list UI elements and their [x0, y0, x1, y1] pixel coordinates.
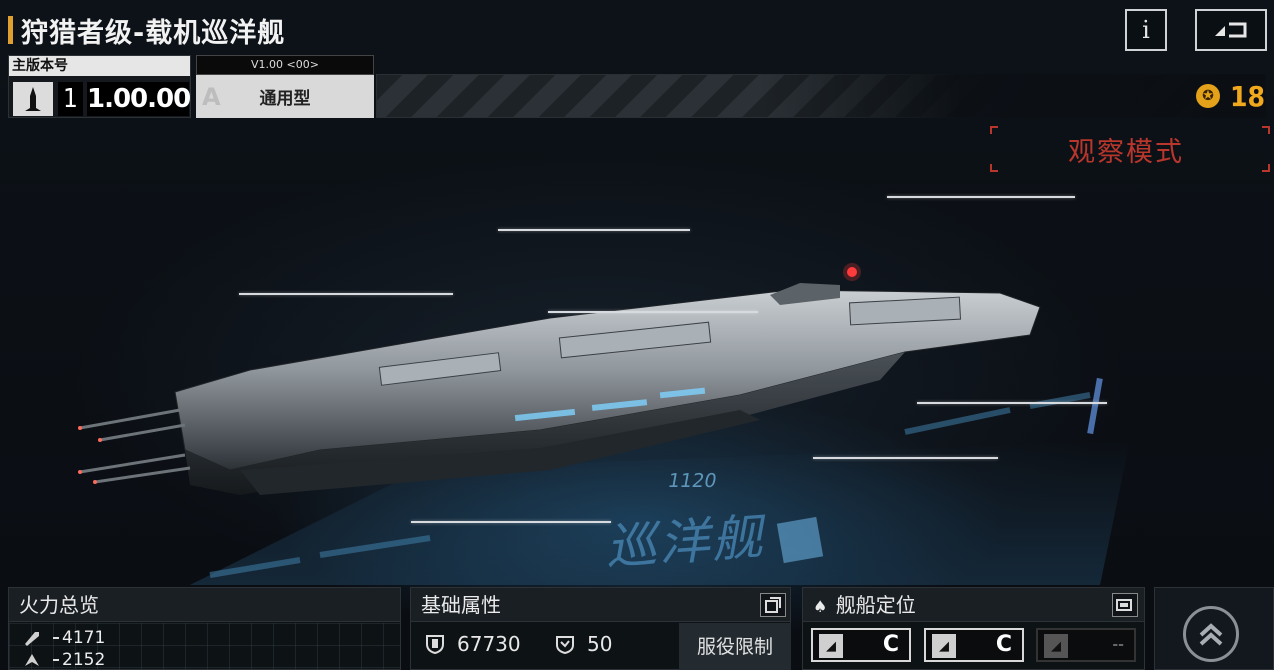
ship-role-panel[interactable]: ♠ 舰船定位 ◢ C ◢ C ◢ -- — [802, 587, 1145, 670]
battery-icon — [1116, 599, 1132, 611]
page-title-bar: 狩猎者级-载机巡洋舰 — [8, 12, 286, 49]
corner-bracket — [1262, 126, 1270, 134]
base-attributes-title: 基础属性 — [421, 593, 501, 617]
callout-line — [887, 196, 1075, 198]
sub-version-type: 通用型 — [259, 89, 311, 109]
back-button[interactable] — [1195, 9, 1267, 51]
expand-button[interactable] — [760, 593, 786, 617]
shield-icon — [425, 634, 445, 654]
ship-role-header: ♠ 舰船定位 — [803, 588, 1144, 622]
main-version-number: 1 — [58, 82, 83, 116]
double-chevron-up-icon — [1199, 623, 1223, 646]
role-slot-grade: C — [882, 632, 899, 657]
firepower-panel[interactable]: 火力总览 4171 2152 — [8, 587, 401, 670]
anti-air-icon — [23, 652, 41, 668]
ship-silhouette-icon — [13, 82, 53, 116]
game-stage: 1120 巡洋舰 狩猎者级-载机巡洋舰 i 主版本号 1 1.00.00 V1.… — [0, 0, 1274, 670]
main-version-label: 主版本号 — [9, 56, 190, 76]
armor-stat: 50 — [555, 632, 612, 656]
base-attributes-header: 基础属性 — [411, 588, 790, 622]
upgrade-panel — [1154, 587, 1274, 670]
ship-role-title: 舰船定位 — [835, 593, 916, 617]
value-marker — [53, 637, 59, 639]
anti-ship-icon — [23, 630, 41, 646]
armor-value: 50 — [587, 632, 613, 656]
observe-mode-button[interactable]: 观察模式 — [990, 126, 1270, 172]
main-version-panel[interactable]: 主版本号 1 1.00.00 — [8, 55, 191, 118]
corner-bracket — [1262, 164, 1270, 172]
page-title: 狩猎者级-载机巡洋舰 — [21, 17, 286, 49]
callout-line — [498, 229, 690, 231]
role-slot-icon: ◢ — [819, 634, 843, 658]
firepower-row: 4171 — [23, 628, 105, 648]
hologram-class-text: 巡洋舰 — [604, 507, 774, 577]
role-slot-grade: C — [995, 632, 1012, 657]
resource-count: 18 — [1230, 80, 1266, 113]
role-slot[interactable]: ◢ C — [924, 628, 1024, 662]
corner-bracket — [990, 126, 998, 134]
value-marker — [53, 659, 59, 661]
callout-line — [548, 311, 758, 313]
header-stripe-fade — [760, 74, 1266, 118]
firepower-title: 火力总览 — [9, 588, 400, 622]
callout-line — [411, 521, 611, 523]
firepower-row: 2152 — [23, 650, 105, 670]
role-toggle-button[interactable] — [1112, 593, 1138, 617]
ship-role-icon: ♠ — [813, 597, 828, 616]
firepower-value: 2152 — [62, 650, 106, 670]
armor-icon — [555, 634, 575, 654]
service-limit-button[interactable]: 服役限制 — [679, 623, 791, 670]
upgrade-button[interactable] — [1183, 606, 1239, 662]
sub-version-panel[interactable]: V1.00 <00> A 通用型 — [196, 55, 374, 118]
role-slot[interactable]: ◢ -- — [1036, 628, 1136, 662]
base-attributes-panel[interactable]: 基础属性 67730 50 服役限制 — [410, 587, 791, 670]
corner-bracket — [990, 164, 998, 172]
info-icon: i — [1142, 16, 1150, 44]
back-icon — [1215, 22, 1247, 38]
role-slot-icon: ◢ — [932, 634, 956, 658]
callout-line — [917, 402, 1107, 404]
info-button[interactable]: i — [1125, 9, 1167, 51]
title-accent — [8, 16, 13, 44]
role-slot[interactable]: ◢ C — [811, 628, 911, 662]
hp-stat: 67730 — [425, 632, 521, 656]
window-icon — [765, 597, 781, 613]
callout-line — [813, 457, 998, 459]
role-slot-grade: -- — [1112, 637, 1124, 653]
resource-coin-icon: ✪ — [1196, 84, 1220, 108]
callout-line — [239, 293, 453, 295]
observe-mode-label: 观察模式 — [1068, 137, 1184, 168]
hologram-number: 1120 — [666, 470, 719, 492]
sub-version-body: A 通用型 — [196, 75, 374, 118]
main-version-value: 1.00.00 — [87, 82, 191, 116]
firepower-value: 4171 — [62, 628, 106, 648]
role-slot-icon: ◢ — [1044, 634, 1068, 658]
sub-version-label: V1.00 <00> — [196, 55, 374, 75]
hp-value: 67730 — [457, 632, 521, 656]
